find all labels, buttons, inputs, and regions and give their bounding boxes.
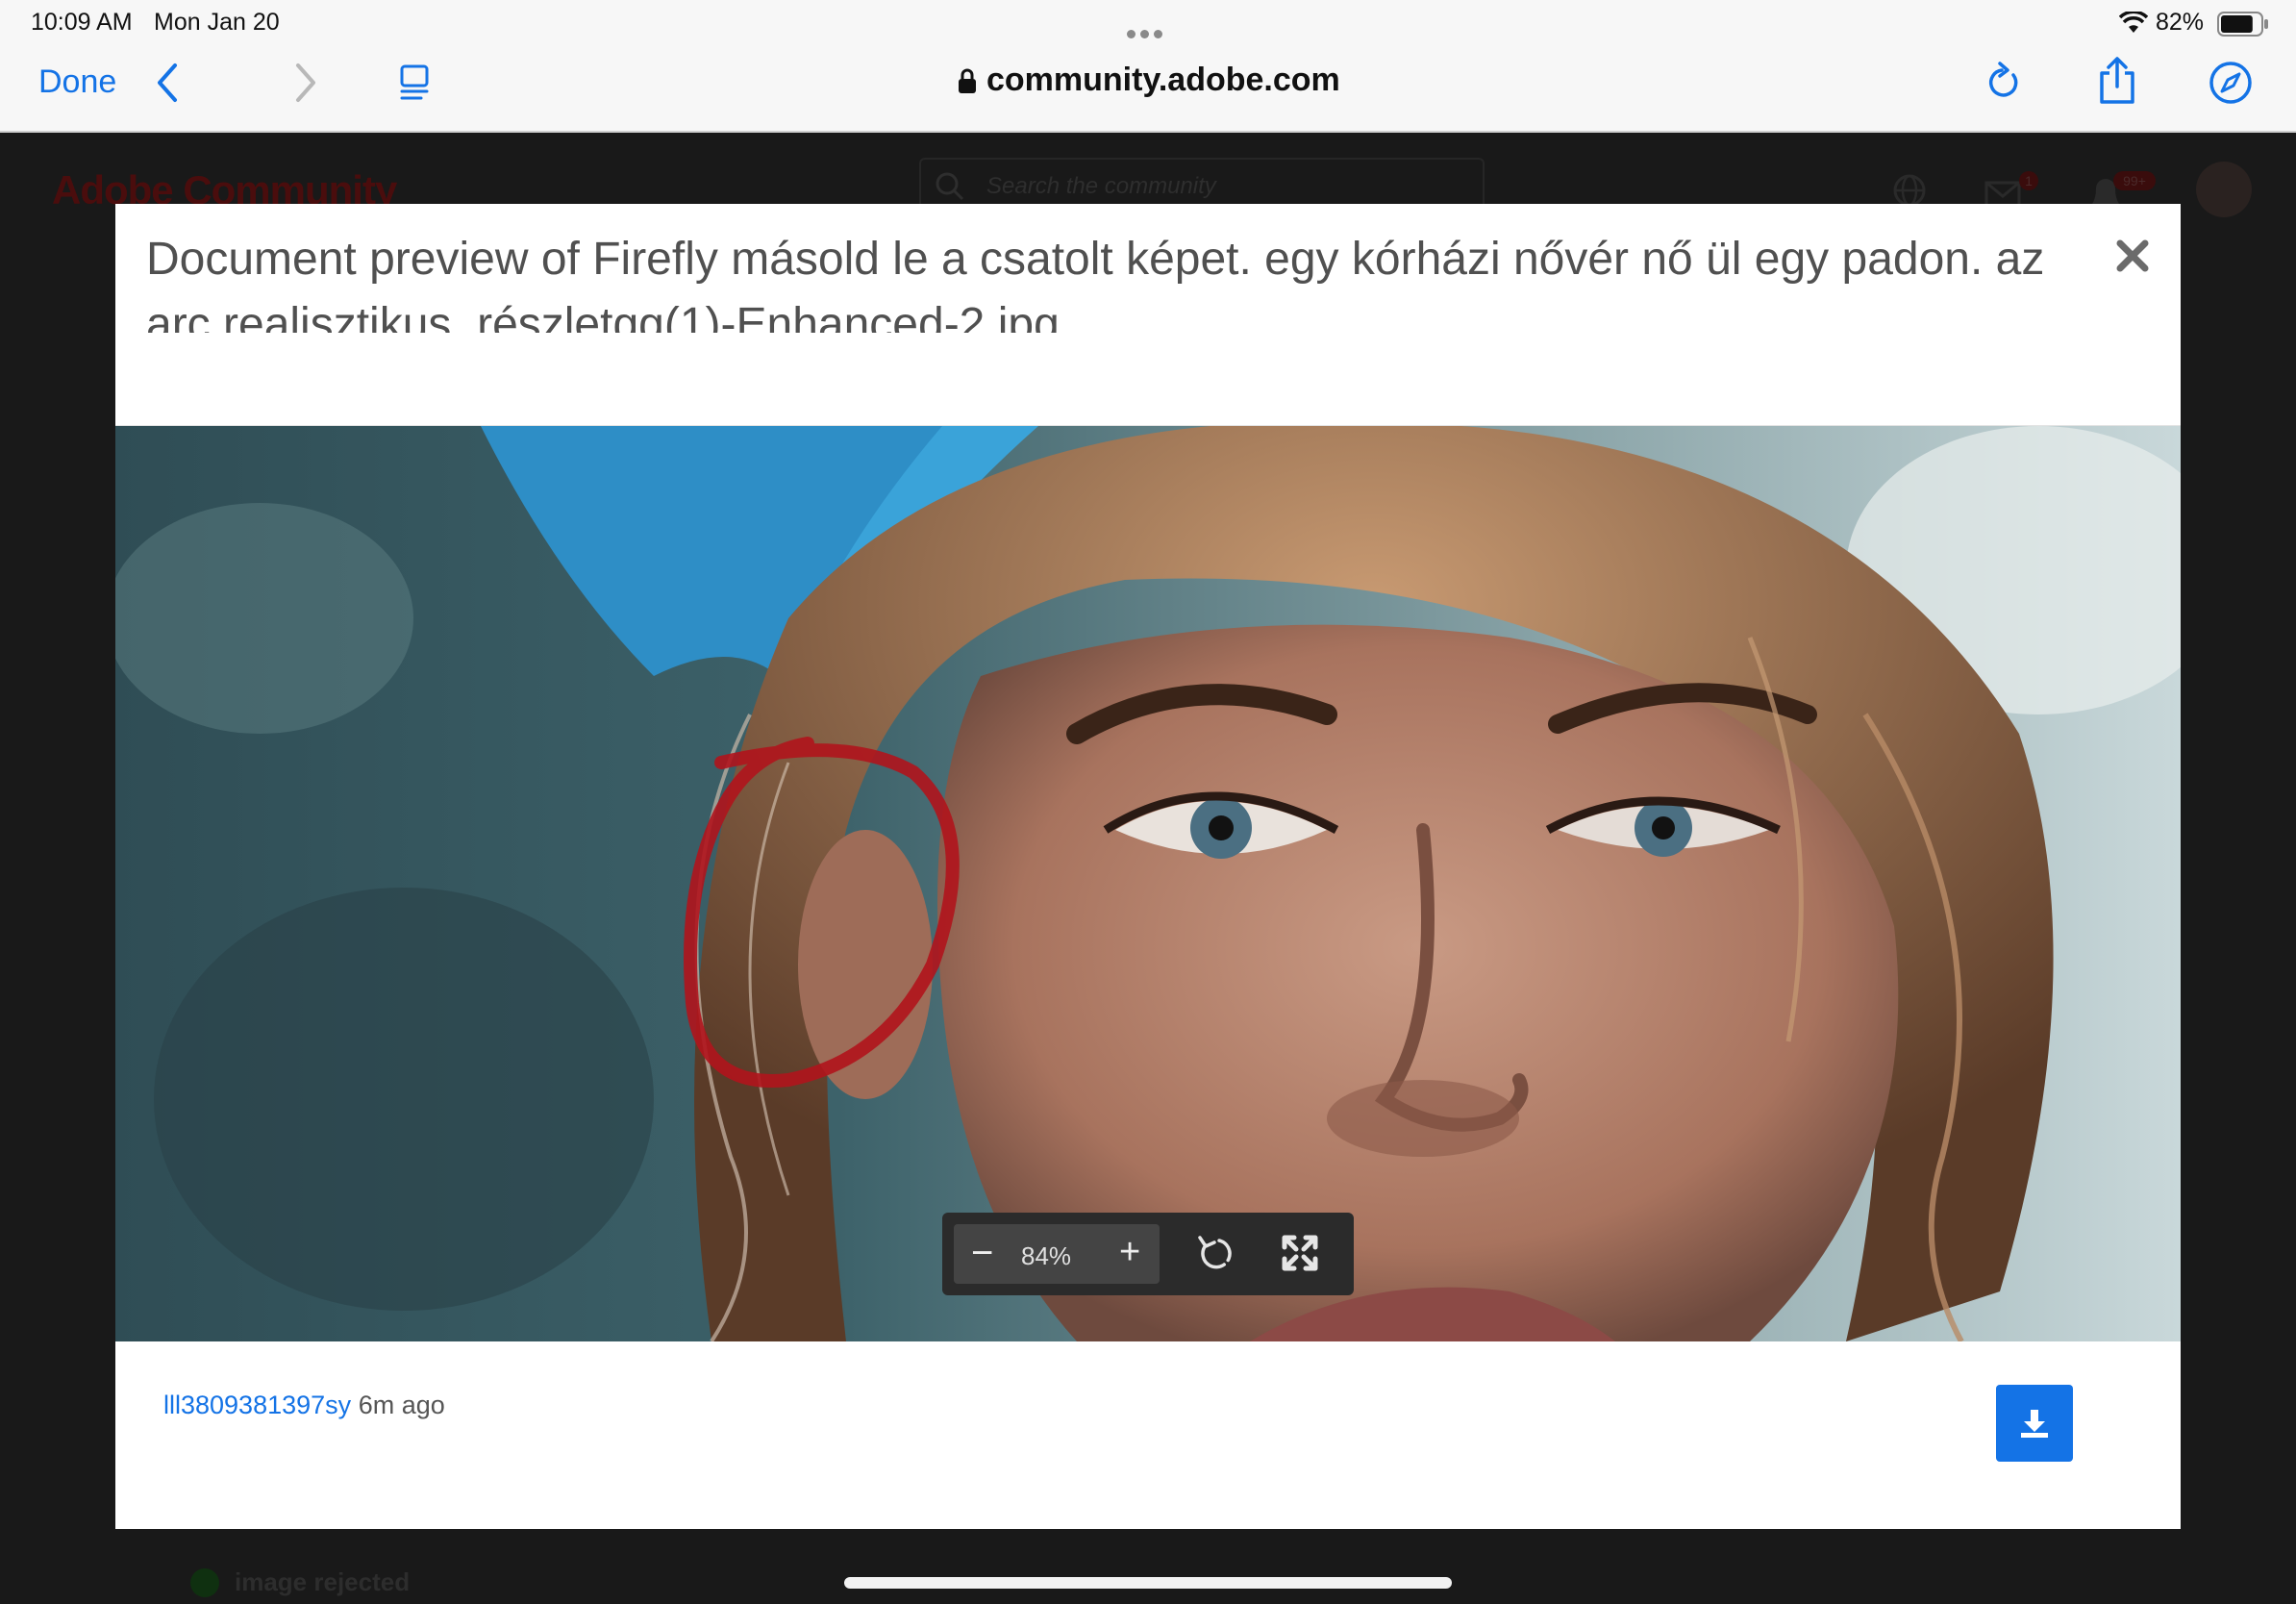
forward-icon[interactable] bbox=[290, 62, 319, 104]
zoom-level: 84% bbox=[1021, 1241, 1072, 1270]
notification-badge: 99+ bbox=[2123, 173, 2146, 188]
search-icon bbox=[936, 172, 964, 201]
check-icon bbox=[190, 1567, 219, 1597]
fullscreen-icon[interactable] bbox=[1281, 1234, 1319, 1272]
battery-icon bbox=[2217, 12, 2268, 37]
reload-icon[interactable] bbox=[1984, 62, 2023, 102]
globe-icon bbox=[1893, 174, 1926, 207]
wifi-icon bbox=[2119, 12, 2148, 33]
modal-title: Document preview of Firefly másold le a … bbox=[146, 234, 2045, 333]
background-status: image rejected bbox=[190, 1567, 410, 1597]
zoom-controls: − 84% + bbox=[942, 1213, 1354, 1295]
lock-icon bbox=[959, 68, 976, 93]
back-icon[interactable] bbox=[154, 62, 183, 104]
close-icon[interactable] bbox=[2115, 238, 2150, 273]
status-time: 10:09 AM bbox=[31, 9, 133, 36]
address-bar[interactable]: community.adobe.com bbox=[958, 62, 1340, 99]
image-preview: − 84% + bbox=[115, 426, 2181, 1341]
download-button[interactable] bbox=[1996, 1385, 2073, 1462]
browser-toolbar: Done community.adobe.com bbox=[0, 46, 2296, 133]
multitasking-dots-icon[interactable] bbox=[1127, 17, 1169, 38]
search-placeholder: Search the community bbox=[986, 173, 1216, 199]
zoom-in-button[interactable]: + bbox=[1119, 1230, 1140, 1274]
done-button[interactable]: Done bbox=[38, 63, 116, 101]
mail-badge: 1 bbox=[2025, 173, 2033, 188]
zoom-out-button[interactable]: − bbox=[971, 1232, 993, 1274]
timestamp: 6m ago bbox=[358, 1391, 445, 1419]
author-link[interactable]: lll3809381397sy bbox=[163, 1391, 351, 1419]
compass-icon[interactable] bbox=[2208, 60, 2254, 106]
attachment-meta: lll3809381397sy 6m ago bbox=[163, 1391, 445, 1420]
rotate-icon[interactable] bbox=[1196, 1234, 1235, 1274]
user-avatar bbox=[2196, 162, 2252, 217]
share-icon[interactable] bbox=[2096, 56, 2138, 106]
download-icon bbox=[2021, 1410, 2048, 1438]
zoom-group: − 84% + bbox=[954, 1224, 1160, 1284]
status-bar: 10:09 AM Mon Jan 20 82% bbox=[0, 0, 2296, 46]
preview-image bbox=[115, 426, 2181, 1341]
status-label: image rejected bbox=[235, 1567, 411, 1596]
reader-icon[interactable] bbox=[398, 63, 433, 102]
status-date: Mon Jan 20 bbox=[154, 9, 280, 36]
home-indicator[interactable] bbox=[844, 1577, 1452, 1589]
document-preview-modal: Document preview of Firefly másold le a … bbox=[115, 204, 2181, 1529]
url-text: community.adobe.com bbox=[986, 62, 1340, 98]
battery-percent: 82% bbox=[2156, 9, 2205, 36]
